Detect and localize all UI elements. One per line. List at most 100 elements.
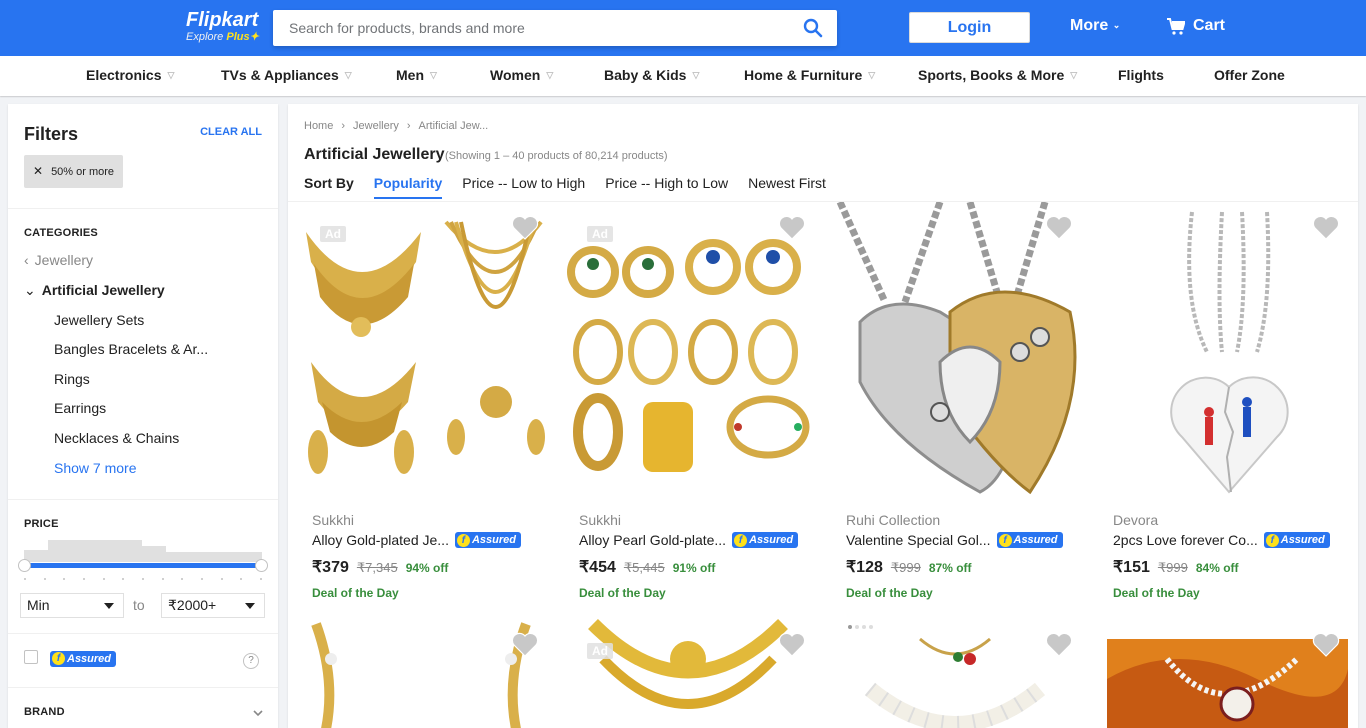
product-name[interactable]: Valentine Special Gol... f Assured <box>846 532 1063 548</box>
product-image[interactable] <box>830 202 1081 498</box>
chevron-down-icon: ▽ <box>167 70 175 80</box>
product-image[interactable] <box>1097 619 1348 728</box>
product-card[interactable] <box>1089 619 1356 728</box>
chevron-down-icon: ▽ <box>1070 70 1078 80</box>
product-image[interactable] <box>563 202 814 498</box>
product-image[interactable] <box>563 619 814 728</box>
assured-checkbox[interactable] <box>24 650 38 664</box>
nav-home-furniture[interactable]: Home & Furniture ▽ <box>744 67 875 83</box>
product-card[interactable]: Ad Sukkhi Alloy Pearl Gold-plate... f Assu… <box>555 202 822 612</box>
divider <box>8 499 278 500</box>
help-icon[interactable]: ? <box>243 653 259 669</box>
product-name[interactable]: Alloy Gold-plated Je... f Assured <box>312 532 521 548</box>
category-parent-link[interactable]: ‹ Jewellery <box>24 252 93 268</box>
assured-filter-badge[interactable]: f Assured <box>50 650 117 668</box>
heart-icon[interactable] <box>511 214 539 240</box>
cart-button[interactable]: Cart <box>1167 17 1225 35</box>
heart-icon[interactable] <box>778 214 806 240</box>
product-card[interactable] <box>822 619 1089 728</box>
logo-text: Flipkart <box>186 9 259 31</box>
product-listing: Home › Jewellery › Artificial Jew... Artif… <box>288 104 1358 728</box>
nav-electronics[interactable]: Electronics ▽ <box>86 67 174 83</box>
heart-icon[interactable] <box>778 631 806 657</box>
breadcrumb: Home › Jewellery › Artificial Jew... <box>304 120 488 132</box>
close-icon[interactable]: ✕ <box>33 164 43 178</box>
sort-newest[interactable]: Newest First <box>748 175 826 197</box>
nav-offer-zone[interactable]: Offer Zone <box>1214 67 1285 83</box>
sort-price-high-low[interactable]: Price -- High to Low <box>605 175 728 197</box>
nav-men[interactable]: Men ▽ <box>396 67 437 83</box>
chevron-down-icon: ⌄ <box>24 282 36 298</box>
product-card[interactable]: Ad <box>555 619 822 728</box>
cart-icon <box>1167 17 1185 35</box>
category-active[interactable]: ⌄ Artificial Jewellery <box>24 282 165 299</box>
chevron-down-icon <box>104 603 114 609</box>
product-name[interactable]: Alloy Pearl Gold-plate... f Assured <box>579 532 799 548</box>
price-to-label: to <box>133 597 145 613</box>
search-icon[interactable] <box>803 18 823 38</box>
product-image[interactable] <box>1097 202 1348 498</box>
price-slider-min-handle[interactable] <box>18 559 31 572</box>
search-input[interactable] <box>273 10 773 46</box>
price: ₹128 <box>846 559 883 576</box>
heart-icon[interactable] <box>1045 631 1073 657</box>
discount: 87% off <box>928 561 972 575</box>
nav-flights[interactable]: Flights <box>1118 67 1164 83</box>
chevron-down-icon[interactable] <box>252 707 264 719</box>
price-row: ₹454 ₹5,445 91% off <box>579 557 715 577</box>
price-title: PRICE <box>24 518 59 530</box>
heart-icon[interactable] <box>1312 214 1340 240</box>
chevron-left-icon: ‹ <box>24 252 29 268</box>
deal-label: Deal of the Day <box>312 586 399 600</box>
assured-badge: f Assured <box>732 532 799 548</box>
nav-sports-books[interactable]: Sports, Books & More ▽ <box>918 67 1077 83</box>
price-slider-track[interactable] <box>24 563 262 568</box>
more-label: More <box>1070 17 1109 34</box>
deal-label: Deal of the Day <box>1113 586 1200 600</box>
breadcrumb-current: Artificial Jew... <box>418 120 489 132</box>
product-name[interactable]: 2pcs Love forever Co... f Assured <box>1113 532 1330 548</box>
deal-label: Deal of the Day <box>846 586 933 600</box>
product-card[interactable]: Ruhi Collection Valentine Special Gol...… <box>822 202 1089 612</box>
price-slider-max-handle[interactable] <box>255 559 268 572</box>
heart-icon[interactable] <box>511 631 539 657</box>
clear-all-button[interactable]: CLEAR ALL <box>200 126 262 138</box>
price-row: ₹379 ₹7,345 94% off <box>312 557 448 577</box>
product-card[interactable] <box>288 619 555 728</box>
product-brand: Devora <box>1113 512 1159 528</box>
brand-title[interactable]: BRAND <box>24 706 65 718</box>
nav-tvs-appliances[interactable]: TVs & Appliances ▽ <box>221 67 352 83</box>
product-image[interactable] <box>830 619 1081 728</box>
price: ₹454 <box>579 559 616 576</box>
subcategory-item[interactable]: Rings <box>54 371 90 387</box>
price-min-select[interactable]: Min <box>20 593 124 618</box>
product-image[interactable] <box>296 619 547 728</box>
subcategory-item[interactable]: Earrings <box>54 400 106 416</box>
price-max-select[interactable]: ₹2000+ <box>161 593 265 618</box>
breadcrumb-jewellery[interactable]: Jewellery <box>353 120 399 132</box>
product-brand: Ruhi Collection <box>846 512 941 528</box>
breadcrumb-home[interactable]: Home <box>304 120 333 132</box>
product-card[interactable]: Devora 2pcs Love forever Co... f Assured ₹… <box>1089 202 1356 612</box>
subcategory-item[interactable]: Necklaces & Chains <box>54 430 179 446</box>
price-min-value: Min <box>27 597 50 613</box>
heart-icon[interactable] <box>1045 214 1073 240</box>
subcategory-item[interactable]: Bangles Bracelets & Ar... <box>54 341 208 357</box>
nav-women[interactable]: Women ▽ <box>490 67 553 83</box>
top-header: Flipkart Explore Plus✦ Login More ⌄ Cart <box>0 0 1366 56</box>
show-more-link[interactable]: Show 7 more <box>54 460 136 476</box>
applied-filter-chip[interactable]: ✕ 50% or more <box>24 155 124 188</box>
divider <box>8 633 278 634</box>
chevron-down-icon: ▽ <box>430 70 437 80</box>
product-card[interactable]: Ad Sukkhi Alloy Gold-plated Je... f Assure… <box>288 202 555 612</box>
flipkart-logo[interactable]: Flipkart Explore Plus✦ <box>186 9 259 43</box>
product-image[interactable] <box>296 202 547 498</box>
nav-baby-kids[interactable]: Baby & Kids ▽ <box>604 67 699 83</box>
heart-icon[interactable] <box>1312 631 1340 657</box>
more-menu[interactable]: More ⌄ <box>1070 17 1120 35</box>
assured-badge: f Assured <box>996 532 1063 548</box>
sort-popularity[interactable]: Popularity <box>373 175 443 199</box>
subcategory-item[interactable]: Jewellery Sets <box>54 312 144 328</box>
login-button[interactable]: Login <box>909 12 1030 43</box>
sort-price-low-high[interactable]: Price -- Low to High <box>462 175 585 197</box>
